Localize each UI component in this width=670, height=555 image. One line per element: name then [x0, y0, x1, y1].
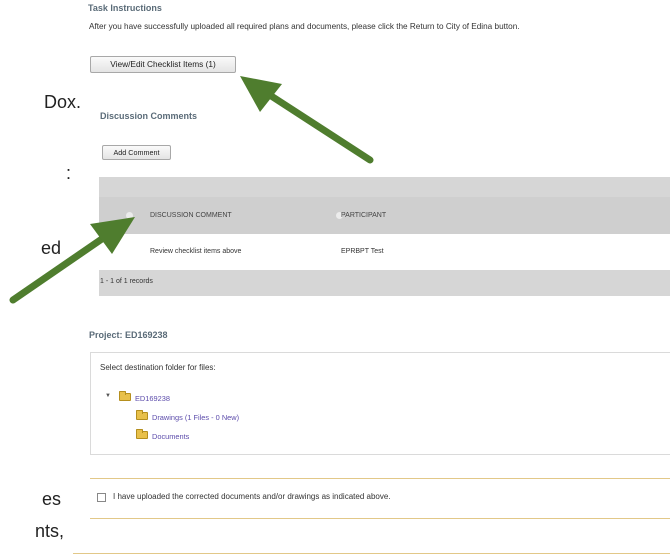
annotation-arrow	[240, 76, 374, 164]
annotation-arrows	[9, 76, 374, 304]
annotation-arrow	[9, 217, 135, 304]
